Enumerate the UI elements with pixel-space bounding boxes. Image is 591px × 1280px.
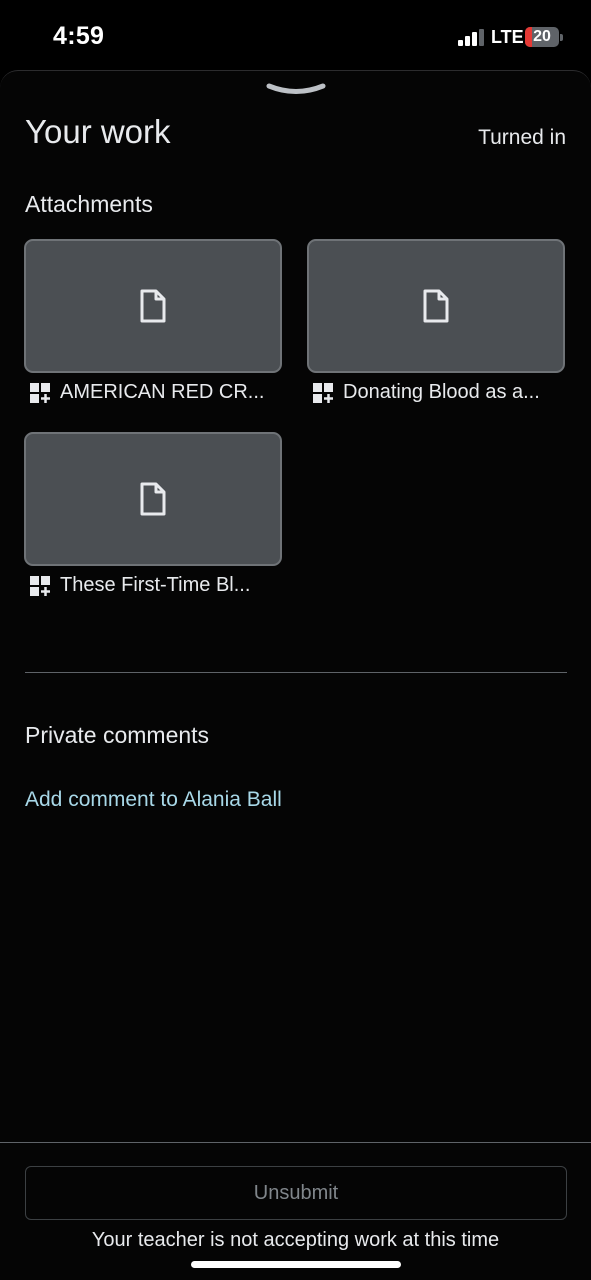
home-indicator[interactable] — [191, 1261, 401, 1268]
status-time: 4:59 — [53, 22, 105, 50]
attachment-title: Donating Blood as a... — [343, 381, 540, 403]
your-work-sheet: Your work Turned in Attachments AMERICAN… — [0, 70, 591, 1280]
file-icon — [140, 289, 166, 323]
status-label: Turned in — [478, 126, 566, 149]
page-title: Your work — [25, 113, 171, 150]
attachment-title: AMERICAN RED CR... — [60, 381, 265, 403]
battery-level: 20 — [533, 28, 551, 45]
status-bar: 4:59 LTE 20 — [0, 0, 591, 72]
attachment-label[interactable]: AMERICAN RED CR... — [29, 381, 264, 404]
private-comments-heading: Private comments — [25, 722, 210, 748]
attachment-title: These First-Time Bl... — [60, 574, 251, 596]
attachment-card[interactable] — [24, 432, 282, 566]
not-accepting-notice: Your teacher is not accepting work at th… — [91, 1229, 500, 1251]
add-comment-link[interactable]: Add comment to Alania Ball — [25, 788, 282, 812]
file-icon — [423, 289, 449, 323]
attachment-label[interactable]: These First-Time Bl... — [29, 574, 250, 597]
attachments-heading: Attachments — [25, 191, 153, 217]
addon-icon — [30, 382, 50, 403]
footer-divider — [0, 1142, 591, 1143]
unsubmit-button[interactable]: Unsubmit — [25, 1166, 567, 1220]
attachment-card[interactable] — [24, 239, 282, 373]
battery-tip — [560, 34, 563, 41]
addon-icon — [30, 575, 50, 596]
attachment-label[interactable]: Donating Blood as a... — [312, 381, 540, 404]
signal-icon — [458, 29, 484, 46]
network-type: LTE — [491, 27, 524, 47]
section-divider — [25, 672, 567, 673]
addon-icon — [313, 382, 333, 403]
attachment-card[interactable] — [307, 239, 565, 373]
file-icon — [140, 482, 166, 516]
chevron-down-icon[interactable] — [266, 81, 326, 101]
battery-icon: 20 — [525, 27, 559, 47]
